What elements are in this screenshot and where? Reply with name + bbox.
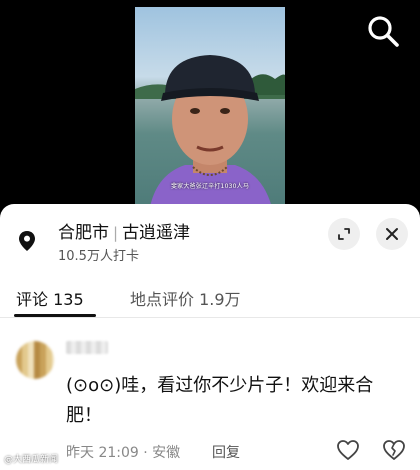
location-pin-icon [19,231,35,251]
watermark: @大西瓜新闻 [4,455,59,465]
heart-icon [337,440,359,460]
avatar[interactable] [16,341,54,379]
title-separator: | [113,224,119,242]
expand-icon [338,228,350,240]
video-player[interactable]: 斐家大爸张辽辛打1030人马 [135,7,285,212]
video-area[interactable]: 斐家大爸张辽辛打1030人马 [0,0,420,212]
broken-heart-icon [383,440,405,460]
close-icon [386,228,398,240]
reply-button[interactable]: 回复 [212,442,240,462]
location-city: 合肥市 [58,223,109,243]
tab-comments[interactable]: 评论 135 [16,286,84,310]
comment-time: 昨天 21:09 [66,445,139,461]
location-header[interactable]: 合肥市 | 古逍遥津 10.5万人打卡 [0,204,420,274]
search-icon [368,16,399,47]
meta-dot: · [138,445,153,461]
close-button[interactable] [376,218,408,250]
like-button[interactable] [336,439,360,461]
location-sheet: 合肥市 | 古逍遥津 10.5万人打卡 评论 135 地点评价 1.9万 (⊙o⊙)… [0,204,420,470]
search-button[interactable] [364,12,402,50]
username-blurred[interactable] [66,341,108,354]
tab-bar: 评论 135 地点评价 1.9万 [0,274,420,318]
location-title: 合肥市 | 古逍遥津 [58,218,190,243]
comment-item: (⊙o⊙)哇，看过你不少片子！欢迎来合肥！ 昨天 21:09 · 安徽 回复 [0,319,420,470]
active-tab-indicator [14,314,96,317]
dislike-button[interactable] [382,438,406,462]
comment-region: 安徽 [152,445,181,461]
comment-text: (⊙o⊙)哇，看过你不少片子！欢迎来合肥！ [66,375,374,426]
checkin-count: 10.5万人打卡 [58,249,139,264]
location-place: 古逍遥津 [122,223,191,243]
tab-place-reviews[interactable]: 地点评价 1.9万 [130,286,241,310]
video-caption: 斐家大爸张辽辛打1030人马 [170,183,250,190]
expand-button[interactable] [328,218,360,250]
comment-meta: 昨天 21:09 · 安徽 [66,442,180,462]
